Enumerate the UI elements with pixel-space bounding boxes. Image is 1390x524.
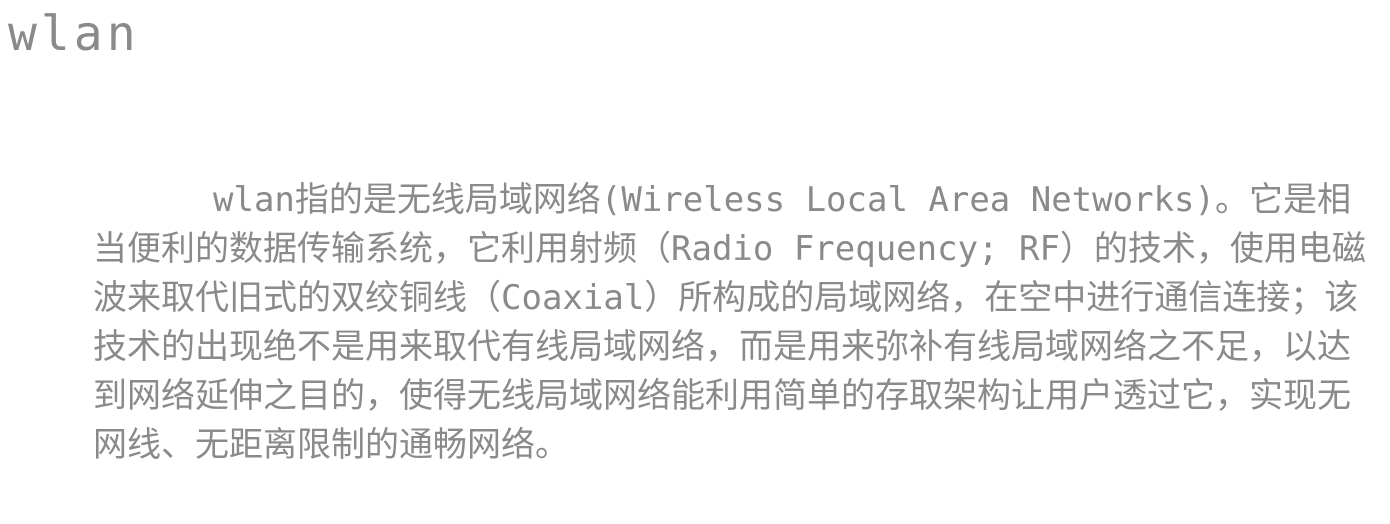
slide-title: wlan xyxy=(8,6,140,62)
body-paragraph: wlan指的是无线局域网络(Wireless Local Area Networ… xyxy=(93,180,1366,465)
